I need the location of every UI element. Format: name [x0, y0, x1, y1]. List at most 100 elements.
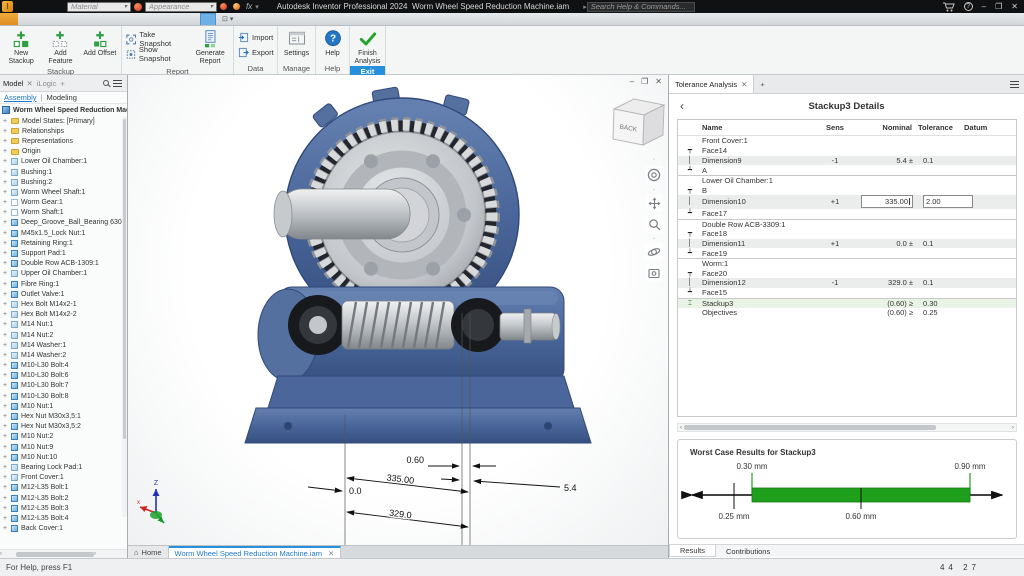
- expand-icon[interactable]: +: [2, 515, 8, 522]
- restore-button[interactable]: ❐: [995, 2, 1002, 11]
- browser-menu-icon[interactable]: [113, 80, 122, 87]
- expand-icon[interactable]: +: [2, 179, 8, 186]
- back-button[interactable]: ‹: [669, 99, 695, 113]
- tab-contributions[interactable]: Contributions: [716, 545, 780, 557]
- menu-tab[interactable]: [172, 13, 186, 25]
- col-name[interactable]: Name: [702, 123, 814, 132]
- expand-icon[interactable]: +: [2, 382, 8, 389]
- col-nominal[interactable]: Nominal: [856, 123, 918, 132]
- appearance-dropdown[interactable]: Appearance▾: [145, 2, 217, 12]
- tree-item[interactable]: + Model States: [Primary]: [2, 116, 127, 126]
- viewport-restore-button[interactable]: ❐: [641, 77, 648, 86]
- row-tolerance[interactable]: 0.30: [923, 299, 938, 308]
- tree-item[interactable]: + Worm Gear:1: [2, 198, 127, 208]
- 3d-viewport[interactable]: – ❐ ✕: [128, 75, 668, 558]
- group-label[interactable]: Data: [234, 63, 277, 74]
- finish-analysis-button[interactable]: Finish Analysis: [352, 27, 383, 66]
- add-panel-tab-button[interactable]: +: [754, 75, 770, 93]
- expand-icon[interactable]: +: [2, 270, 8, 277]
- col-tolerance[interactable]: Tolerance: [918, 123, 964, 132]
- menu-tab[interactable]: [116, 13, 130, 25]
- menu-tab[interactable]: [130, 13, 144, 25]
- expand-icon[interactable]: +: [2, 169, 8, 176]
- menu-tab[interactable]: [200, 13, 216, 25]
- parameters-fx-icon[interactable]: fx: [246, 2, 252, 11]
- import-button[interactable]: Import: [238, 31, 274, 44]
- table-row[interactable]: │ Dimension11 +1 0.0 ± 0.1: [678, 239, 1016, 249]
- tree-item[interactable]: + Hex Bolt M14x2-2: [2, 310, 127, 320]
- tree-item[interactable]: + M10-L30 Bolt:4: [2, 361, 127, 371]
- pan-icon[interactable]: [645, 194, 663, 212]
- tree-item[interactable]: + Back Cover:1: [2, 524, 127, 534]
- tree-item[interactable]: + M12-L35 Bolt:2: [2, 493, 127, 503]
- tree-item[interactable]: + M14 Nut:1: [2, 320, 127, 330]
- expand-icon[interactable]: +: [2, 118, 8, 125]
- take-snapshot-button[interactable]: Take Snapshot: [126, 33, 186, 46]
- table-row[interactable]: ┯ Face18: [678, 229, 1016, 239]
- settings-button[interactable]: Settings: [280, 27, 313, 63]
- table-row[interactable]: ┷ Face15: [678, 288, 1016, 298]
- tree-item[interactable]: + Hex Nut M30x3,5:2: [2, 422, 127, 432]
- search-icon[interactable]: [103, 80, 109, 86]
- help-button[interactable]: ? Help: [318, 27, 347, 63]
- table-horizontal-scrollbar[interactable]: ‹›: [677, 423, 1017, 432]
- panel-menu-icon[interactable]: [1010, 81, 1019, 88]
- tree-item[interactable]: + M45x1.5_Lock Nut:1: [2, 228, 127, 238]
- table-row[interactable]: │ Dimension10 +1 335.00 2.00: [678, 195, 1016, 209]
- tree-item[interactable]: + M10-L30 Bolt:6: [2, 371, 127, 381]
- table-row[interactable]: Worm:1: [678, 258, 1016, 268]
- group-label[interactable]: Manage: [278, 63, 315, 74]
- tree-item[interactable]: + Support Pad:1: [2, 248, 127, 258]
- expand-icon[interactable]: +: [2, 311, 8, 318]
- expand-icon[interactable]: +: [2, 219, 8, 226]
- table-row[interactable]: ┯ Face14: [678, 146, 1016, 156]
- adjust-color-icon[interactable]: [220, 3, 227, 10]
- tree-item[interactable]: + Worm Wheel Shaft:1: [2, 187, 127, 197]
- tree-item[interactable]: + M12-L35 Bolt:3: [2, 503, 127, 513]
- help-icon[interactable]: ?: [964, 2, 973, 11]
- row-tolerance[interactable]: 0.1: [923, 239, 933, 248]
- tolerance-analysis-tab[interactable]: Tolerance Analysis✕: [669, 75, 754, 93]
- zoom-icon[interactable]: [645, 215, 663, 233]
- expand-icon[interactable]: +: [2, 454, 8, 461]
- tree-item[interactable]: + M10 Nut:2: [2, 432, 127, 442]
- close-tab-icon[interactable]: ✕: [328, 549, 334, 558]
- tree-item[interactable]: + Bushing:2: [2, 177, 127, 187]
- tree-item[interactable]: + Bushing:1: [2, 167, 127, 177]
- expand-icon[interactable]: +: [2, 199, 8, 206]
- expand-icon[interactable]: +: [2, 250, 8, 257]
- tree-item[interactable]: + Deep_Groove_Ball_Bearing 6309:1: [2, 218, 127, 228]
- expand-icon[interactable]: +: [2, 372, 8, 379]
- tree-item[interactable]: + Upper Oil Chamber:1: [2, 269, 127, 279]
- col-sens[interactable]: Sens: [814, 123, 856, 132]
- tree-item[interactable]: + M10-L30 Bolt:8: [2, 391, 127, 401]
- table-row[interactable]: Front Cover:1: [678, 136, 1016, 146]
- view-cube[interactable]: BACK: [613, 99, 664, 145]
- tree-item[interactable]: + M14 Washer:2: [2, 350, 127, 360]
- menu-tab[interactable]: [18, 13, 32, 25]
- tree-item[interactable]: + Fibre Ring:1: [2, 279, 127, 289]
- add-offset-button[interactable]: Add Offset: [81, 27, 119, 66]
- material-dropdown[interactable]: Material▾: [67, 2, 131, 12]
- expand-icon[interactable]: +: [2, 148, 8, 155]
- table-row[interactable]: Lower Oil Chamber:1: [678, 175, 1016, 185]
- expand-icon[interactable]: +: [2, 321, 8, 328]
- show-snapshot-button[interactable]: Show Snapshot: [126, 48, 186, 61]
- expand-icon[interactable]: +: [2, 505, 8, 512]
- expand-icon[interactable]: +: [2, 260, 8, 267]
- row-nominal[interactable]: 335.00: [861, 195, 913, 208]
- menu-tab[interactable]: [46, 13, 60, 25]
- row-tolerance[interactable]: 0.1: [923, 156, 933, 165]
- table-row[interactable]: Double Row ACB-3309:1: [678, 219, 1016, 229]
- table-row[interactable]: ┯ Face20: [678, 268, 1016, 278]
- table-row[interactable]: ┯ B: [678, 185, 1016, 195]
- expand-icon[interactable]: +: [2, 423, 8, 430]
- model-canvas[interactable]: 0.60 335.00 0.0 5.4 329.0 BACK Z: [128, 75, 668, 545]
- menu-tab[interactable]: [0, 13, 18, 25]
- tree-item[interactable]: + M10 Nut:1: [2, 401, 127, 411]
- tree-item[interactable]: + Worm Shaft:1: [2, 208, 127, 218]
- scroll-left-icon[interactable]: ‹: [0, 551, 2, 557]
- expand-icon[interactable]: +: [2, 128, 8, 135]
- tree-item[interactable]: + Retaining Ring:1: [2, 238, 127, 248]
- expand-icon[interactable]: +: [2, 189, 8, 196]
